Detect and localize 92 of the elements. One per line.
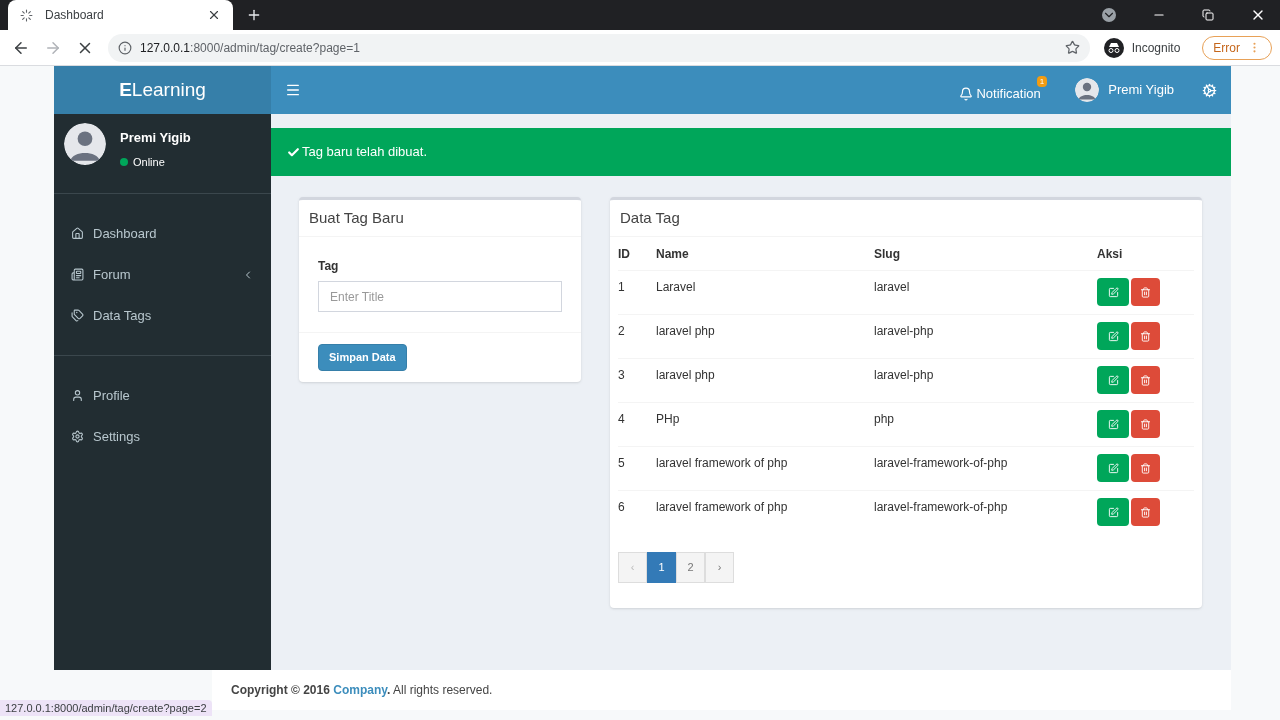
table-cell-text: 4 <box>618 411 626 428</box>
page-button[interactable]: 2 <box>676 552 705 583</box>
info-icon <box>118 40 132 55</box>
new-tab-icon[interactable] <box>246 7 262 23</box>
table-cell-text: 5 <box>618 455 626 472</box>
edit-button[interactable] <box>1097 366 1129 394</box>
edit-icon <box>1107 374 1119 386</box>
edit-icon <box>1107 286 1119 298</box>
edit-button[interactable] <box>1097 498 1129 526</box>
table-cell-text: laravel-framework-of-php <box>874 455 1009 472</box>
column-header: Slug <box>874 245 901 263</box>
sidebar-item[interactable]: Forum <box>54 254 271 295</box>
save-button[interactable]: Simpan Data <box>318 344 407 371</box>
star-icon[interactable] <box>1064 40 1080 55</box>
menu-icon[interactable] <box>285 82 301 98</box>
table-cell-text: laravel php <box>656 323 716 340</box>
trash-icon <box>1140 506 1151 518</box>
table-cell-text: laravel php <box>656 367 716 384</box>
table-cell-text: Laravel <box>656 279 697 296</box>
trash-icon <box>1140 462 1151 474</box>
column-header: Aksi <box>1097 245 1124 263</box>
table-cell-text: laravel <box>874 279 911 296</box>
sidebar-item[interactable]: Profile <box>54 375 271 416</box>
tab-title: Dashboard <box>45 7 105 24</box>
user-name: Premi Yigib <box>120 129 191 147</box>
table-cell-text: 6 <box>618 499 626 516</box>
avatar <box>64 123 106 165</box>
address-field[interactable]: 127.0.0.1:8000/admin/tag/create?page=1 <box>108 33 1090 62</box>
close-icon[interactable] <box>207 8 221 22</box>
table-cell-text: laravel-php <box>874 323 935 340</box>
column-header: Name <box>656 245 690 263</box>
url-text: 127.0.0.1:8000/admin/tag/create?page=1 <box>140 39 361 57</box>
trash-icon <box>1140 286 1151 298</box>
notification-badge: 1 <box>1036 76 1048 88</box>
sidebar-item[interactable]: Data Tags <box>54 295 271 336</box>
profile-chip[interactable]: Incognito <box>1103 34 1189 61</box>
sidebar-item[interactable]: Dashboard <box>54 213 271 254</box>
delete-button[interactable] <box>1131 366 1160 394</box>
status-text: Online <box>133 154 165 170</box>
edit-button[interactable] <box>1097 278 1129 306</box>
bell-icon <box>959 87 974 101</box>
edit-icon <box>1107 462 1119 474</box>
trash-icon <box>1140 418 1151 430</box>
user-icon <box>71 389 84 402</box>
table-cell-text: 3 <box>618 367 626 384</box>
edit-icon <box>1107 418 1119 430</box>
delete-button[interactable] <box>1131 454 1160 482</box>
delete-button[interactable] <box>1131 498 1160 526</box>
field-label: Tag <box>318 258 340 275</box>
tag-icon <box>71 309 84 322</box>
status-url-tooltip: 127.0.0.1:8000/admin/tag/create?page=2 <box>0 700 212 716</box>
card-title: Buat Tag Baru <box>309 207 404 228</box>
edit-button[interactable] <box>1097 322 1129 350</box>
settings-icon <box>71 430 84 443</box>
incognito-icon <box>1103 37 1124 58</box>
page-button[interactable]: › <box>705 552 734 583</box>
copyright-text: Copyright © 2016 Company. All rights reserved. <box>231 682 493 699</box>
tab-search-icon[interactable] <box>1102 8 1116 22</box>
home-icon <box>71 227 84 240</box>
newspaper-icon <box>71 268 84 281</box>
trash-icon <box>1140 374 1151 386</box>
table-cell-text: 1 <box>618 279 626 296</box>
delete-button[interactable] <box>1131 410 1160 438</box>
restore-icon[interactable] <box>1202 9 1214 21</box>
gears-icon[interactable] <box>1202 82 1217 98</box>
table-cell-text: php <box>874 411 896 428</box>
check-icon <box>287 145 300 159</box>
table-cell-text: 2 <box>618 323 626 340</box>
company-link[interactable]: Company <box>333 683 387 697</box>
table-cell-text: laravel framework of php <box>656 499 789 516</box>
page-button[interactable]: 1 <box>647 552 676 583</box>
loading-icon <box>20 8 33 22</box>
edit-button[interactable] <box>1097 454 1129 482</box>
tag-input-field[interactable]: Enter Title <box>318 281 562 312</box>
edit-icon <box>1107 506 1119 518</box>
card-title: Data Tag <box>620 207 680 228</box>
column-header: ID <box>618 245 631 263</box>
browser-tab[interactable]: Dashboard <box>8 0 233 30</box>
table-cell-text: laravel framework of php <box>656 455 789 472</box>
user-menu[interactable]: Premi Yigib <box>1075 78 1174 102</box>
trash-icon <box>1140 330 1151 342</box>
table-cell-text: laravel-php <box>874 367 935 384</box>
delete-button[interactable] <box>1131 278 1160 306</box>
table-cell-text: PHp <box>656 411 681 428</box>
avatar <box>1075 78 1100 102</box>
edit-icon <box>1107 330 1119 342</box>
edit-button[interactable] <box>1097 410 1129 438</box>
delete-button[interactable] <box>1131 322 1160 350</box>
logo[interactable]: ELearning <box>54 66 271 114</box>
table-cell-text: laravel-framework-of-php <box>874 499 1009 516</box>
sidebar-item[interactable]: Settings <box>54 416 271 457</box>
alert-text: Tag baru telah dibuat. <box>302 143 428 162</box>
